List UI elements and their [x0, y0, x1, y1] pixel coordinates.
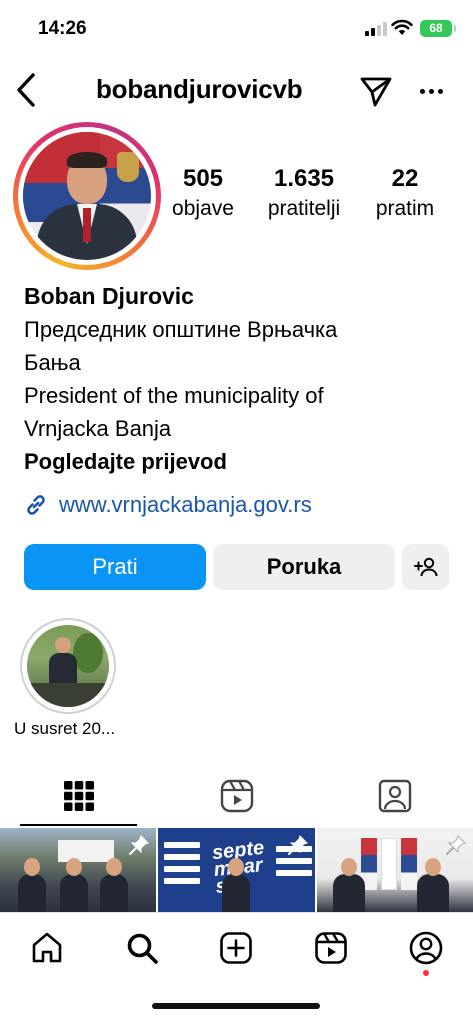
post-thumbnail[interactable]	[316, 828, 473, 912]
pin-icon	[129, 835, 150, 855]
highlight-cover-image	[27, 625, 109, 707]
bio-line: Бања	[24, 350, 81, 375]
home-icon	[32, 932, 62, 962]
battery-icon: 68	[420, 20, 456, 37]
website-url: www.vrnjackabanja.gov.rs	[59, 492, 312, 517]
profile-tabs	[0, 766, 473, 826]
tab-reels[interactable]	[158, 766, 315, 826]
avatar	[23, 132, 151, 260]
see-translation-link[interactable]: Pogledajte prijevod	[24, 445, 454, 478]
reels-icon	[220, 779, 253, 813]
followers-count-label: pratitelji	[267, 197, 341, 220]
wifi-icon	[391, 19, 413, 35]
tagged-person-icon	[378, 779, 411, 813]
tab-tagged[interactable]	[316, 766, 473, 826]
cellular-signal-icon	[365, 22, 387, 36]
nav-reels[interactable]	[284, 913, 379, 982]
profile-bio: Boban Djurovic Председник општине Врњачк…	[24, 280, 454, 478]
notification-dot	[422, 970, 429, 976]
nav-search[interactable]	[95, 913, 190, 982]
story-highlight[interactable]	[20, 618, 116, 714]
posts-grid: septembarski	[0, 828, 473, 912]
add-user-icon	[413, 557, 437, 577]
profile-icon	[409, 931, 442, 964]
nav-create[interactable]	[189, 913, 284, 982]
profile-display-name: Boban Djurovic	[24, 283, 194, 309]
post-thumbnail[interactable]	[0, 828, 157, 912]
bio-line: Vrnjacka Banja	[24, 416, 172, 441]
search-icon	[127, 933, 158, 964]
nav-profile[interactable]	[378, 913, 473, 982]
reels-icon	[315, 931, 347, 964]
followers-count-value: 1.635	[273, 165, 335, 192]
follow-button[interactable]: Prati	[24, 544, 206, 590]
bio-line: Председник општине Врњачка	[24, 317, 338, 342]
status-time: 14:26	[38, 18, 87, 39]
pin-icon	[445, 835, 466, 855]
status-bar: 14:26 68	[0, 0, 473, 60]
posts-count-value: 505	[182, 165, 224, 192]
nav-home[interactable]	[0, 913, 95, 982]
more-options-icon[interactable]	[414, 74, 448, 108]
pin-icon	[287, 835, 308, 855]
message-button[interactable]: Poruka	[213, 544, 395, 590]
following-count[interactable]: 22 pratim	[362, 164, 448, 224]
suggested-users-button[interactable]	[402, 544, 449, 590]
send-message-icon[interactable]	[358, 73, 394, 109]
followers-count[interactable]: 1.635 pratitelji	[252, 164, 356, 224]
profile-header: bobandjurovicvb	[0, 60, 473, 122]
bio-line: President of the municipality of	[24, 383, 324, 408]
profile-avatar-story-ring[interactable]	[13, 122, 161, 270]
home-indicator[interactable]	[152, 1003, 320, 1009]
profile-username: bobandjurovicvb	[96, 74, 303, 104]
profile-website-link[interactable]: www.vrnjackabanja.gov.rs	[23, 492, 312, 518]
following-count-value: 22	[391, 165, 419, 192]
posts-count: 505 objave	[160, 164, 246, 224]
highlight-label[interactable]: U susret 20...	[14, 719, 115, 739]
posts-count-label: objave	[172, 197, 234, 220]
grid-icon	[63, 781, 94, 811]
create-post-icon	[220, 931, 253, 964]
back-arrow-icon[interactable]	[10, 70, 42, 110]
link-icon	[27, 495, 45, 515]
following-count-label: pratim	[375, 197, 435, 220]
bottom-navigation	[0, 912, 473, 982]
post-thumbnail[interactable]: septembarski	[158, 828, 315, 912]
tab-posts-grid[interactable]	[0, 766, 157, 826]
